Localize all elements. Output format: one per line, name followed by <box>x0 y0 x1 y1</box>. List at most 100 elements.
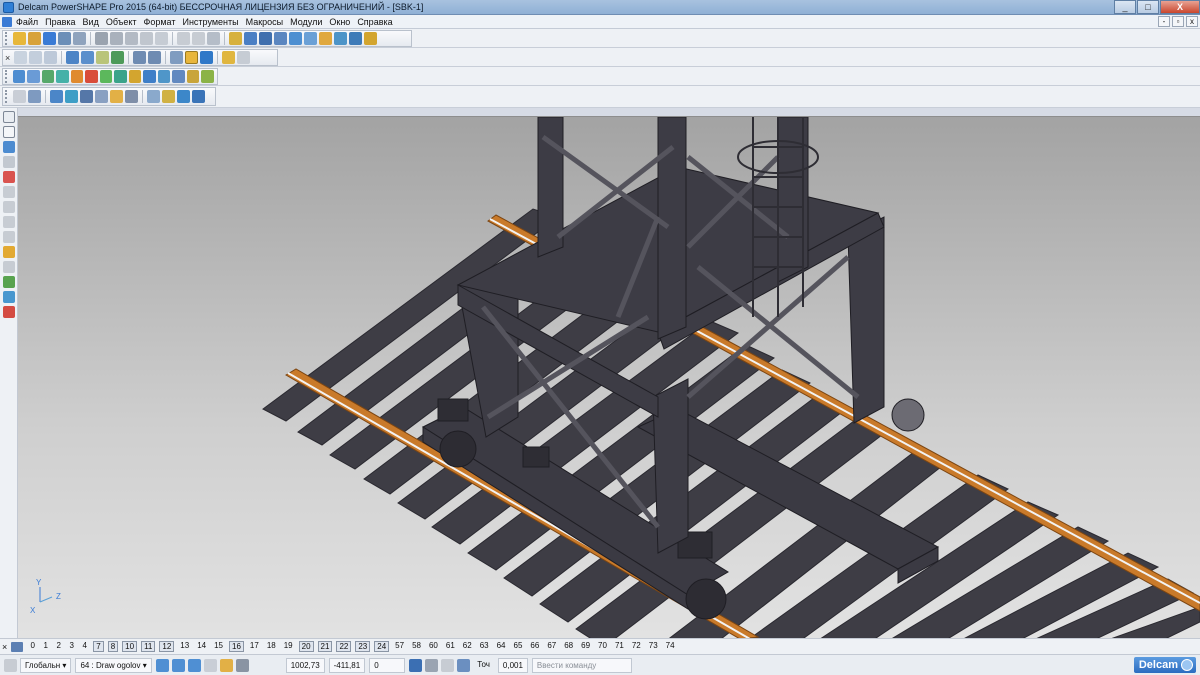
menu-tools[interactable]: Инструменты <box>182 17 238 27</box>
edit-solid-icon[interactable] <box>162 90 175 103</box>
cut-icon[interactable] <box>95 32 108 45</box>
close-button[interactable]: X <box>1160 0 1200 14</box>
assembly-icon[interactable] <box>27 70 40 83</box>
menu-file[interactable]: Файл <box>16 17 38 27</box>
menu-view[interactable]: Вид <box>83 17 99 27</box>
spring-icon[interactable] <box>110 90 123 103</box>
revolve-icon[interactable] <box>114 70 127 83</box>
layer-manager-icon[interactable] <box>11 641 24 652</box>
line-icon[interactable] <box>274 32 287 45</box>
info-icon[interactable] <box>425 658 439 672</box>
layer-button[interactable]: 20 <box>298 641 314 652</box>
repeat-icon[interactable] <box>207 32 220 45</box>
zoom-all-icon[interactable] <box>170 51 184 64</box>
layer-button[interactable]: 15 <box>212 641 225 652</box>
menu-edit[interactable]: Правка <box>45 17 75 27</box>
x-axis-icon[interactable] <box>28 90 41 103</box>
toolbar-grip[interactable] <box>5 90 9 103</box>
sphere-icon[interactable] <box>70 70 84 83</box>
cylinder-icon[interactable] <box>65 90 78 103</box>
tolerance-value[interactable]: 0,001 <box>497 657 528 673</box>
layer-button[interactable]: 12 <box>159 641 175 652</box>
snap-point-icon[interactable] <box>187 658 201 672</box>
surface-icon[interactable] <box>319 32 332 45</box>
layer-button[interactable]: 4 <box>80 641 89 652</box>
layer-button[interactable]: 62 <box>461 641 474 652</box>
model-icon[interactable] <box>12 70 26 83</box>
save-icon[interactable] <box>43 32 56 45</box>
snap-object-icon[interactable] <box>203 658 217 672</box>
matrix-icon[interactable] <box>125 90 138 103</box>
extrude-icon[interactable] <box>99 70 113 83</box>
calculator-icon[interactable] <box>409 658 423 672</box>
layer-button[interactable]: 18 <box>265 641 278 652</box>
doc-restore-button[interactable]: ▫ <box>1172 16 1184 27</box>
trim-icon[interactable] <box>3 186 15 198</box>
graphics-viewport[interactable]: Y Z X <box>18 116 1200 638</box>
curve-icon[interactable] <box>304 32 317 45</box>
layer-button[interactable]: 2 <box>54 641 63 652</box>
layer-button[interactable]: 10 <box>122 641 138 652</box>
open-file-icon[interactable] <box>28 32 41 45</box>
layer-button[interactable]: 68 <box>562 641 575 652</box>
layer-button[interactable]: 21 <box>317 641 333 652</box>
grid-icon[interactable] <box>235 658 249 672</box>
layer-button[interactable]: 23 <box>355 641 371 652</box>
solid-icon[interactable] <box>334 32 347 45</box>
eraser-icon[interactable] <box>140 32 153 45</box>
menu-macros[interactable]: Макросы <box>246 17 284 27</box>
warning-icon[interactable] <box>3 171 15 183</box>
toolbar-grip[interactable] <box>5 32 9 45</box>
save-as-icon[interactable] <box>58 32 71 45</box>
layer-button[interactable]: 1 <box>41 641 50 652</box>
copy-icon[interactable] <box>110 32 123 45</box>
layer-button[interactable]: 3 <box>67 641 76 652</box>
offset-icon[interactable] <box>3 231 15 243</box>
light-icon[interactable] <box>222 51 236 64</box>
workplane-icon[interactable] <box>4 658 17 672</box>
doc-minimize-button[interactable]: - <box>1158 16 1170 27</box>
menu-object[interactable]: Объект <box>106 17 137 27</box>
join-icon[interactable] <box>3 216 15 228</box>
block-icon[interactable] <box>50 90 63 103</box>
cut-solid-icon[interactable] <box>143 70 156 83</box>
shaded-icon[interactable] <box>185 51 199 64</box>
color-icon[interactable] <box>3 276 15 288</box>
wizard-icon[interactable] <box>364 32 377 45</box>
units-icon[interactable] <box>219 658 233 672</box>
split-icon[interactable] <box>3 201 15 213</box>
arrow-tools-icon[interactable] <box>147 90 160 103</box>
select-icon[interactable] <box>229 32 242 45</box>
layer-button[interactable]: 58 <box>410 641 423 652</box>
mesh-icon[interactable] <box>349 32 362 45</box>
snap-grid-icon[interactable] <box>171 658 185 672</box>
doc-close-button[interactable]: x <box>1186 16 1198 27</box>
layer-button[interactable]: 67 <box>545 641 558 652</box>
layer-button[interactable]: 19 <box>282 641 295 652</box>
layer-button[interactable]: 66 <box>528 641 541 652</box>
minimize-button[interactable]: _ <box>1114 0 1136 14</box>
transform-icon[interactable] <box>3 246 15 258</box>
layer-button[interactable]: 16 <box>229 641 244 652</box>
layer-button[interactable]: 73 <box>647 641 660 652</box>
layer-button[interactable]: 57 <box>393 641 406 652</box>
hand-icon[interactable] <box>237 51 251 64</box>
view-iso2-icon[interactable] <box>29 51 43 64</box>
layer-button[interactable]: 64 <box>495 641 508 652</box>
layer-button[interactable]: 63 <box>478 641 491 652</box>
layers-icon[interactable] <box>3 141 15 153</box>
layer-button[interactable]: 69 <box>579 641 592 652</box>
zoom-out-icon[interactable] <box>148 51 162 64</box>
material-icon[interactable] <box>3 291 15 303</box>
maximize-button[interactable]: □ <box>1137 0 1159 14</box>
position-icon[interactable] <box>441 658 455 672</box>
view-side-icon[interactable] <box>81 51 95 64</box>
scale-icon[interactable] <box>3 261 15 273</box>
wireframe-icon[interactable] <box>200 51 214 64</box>
layer-button[interactable]: 14 <box>195 641 208 652</box>
toolbar-close-button[interactable]: × <box>5 53 10 63</box>
layer-button[interactable]: 60 <box>427 641 440 652</box>
menu-modules[interactable]: Модули <box>290 17 322 27</box>
pan-view-icon[interactable] <box>111 51 125 64</box>
menu-window[interactable]: Окно <box>329 17 350 27</box>
